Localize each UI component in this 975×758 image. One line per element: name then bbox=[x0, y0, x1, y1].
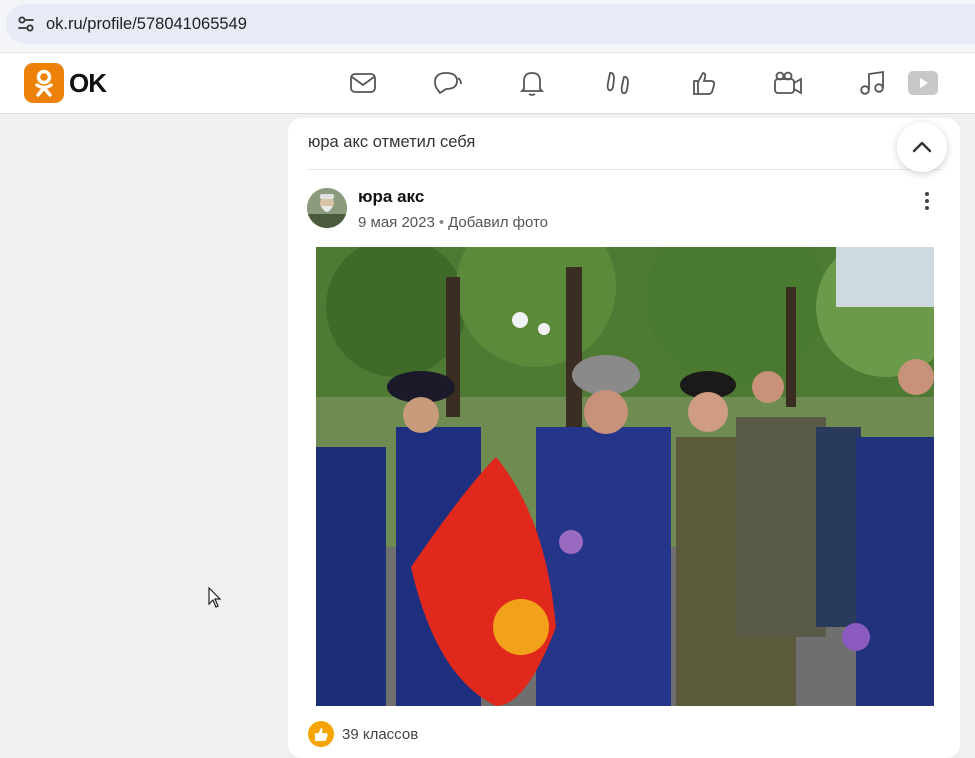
ok-logo[interactable]: OK bbox=[24, 63, 107, 103]
scroll-to-top-button[interactable] bbox=[897, 122, 947, 172]
video-icon[interactable] bbox=[772, 67, 804, 99]
site-header: OK bbox=[0, 53, 975, 114]
left-column bbox=[0, 114, 287, 740]
divider bbox=[306, 169, 942, 170]
post-action: Добавил фото bbox=[448, 214, 549, 231]
notifications-icon[interactable] bbox=[516, 67, 548, 99]
url-text[interactable]: ok.ru/profile/578041065549 bbox=[46, 15, 247, 34]
reactions-icon[interactable] bbox=[688, 67, 720, 99]
play-icon[interactable] bbox=[906, 67, 940, 99]
avatar[interactable] bbox=[307, 188, 347, 228]
guests-icon[interactable] bbox=[602, 67, 634, 99]
site-settings-icon[interactable] bbox=[16, 14, 36, 34]
post-date[interactable]: 9 мая 2023 bbox=[358, 214, 435, 231]
ok-logo-icon bbox=[24, 63, 64, 103]
music-icon[interactable] bbox=[856, 67, 888, 99]
klass-icon[interactable] bbox=[308, 721, 334, 747]
browser-address-bar: ok.ru/profile/578041065549 bbox=[0, 0, 975, 53]
meta-separator: • bbox=[438, 214, 445, 231]
post-photo[interactable] bbox=[316, 247, 934, 706]
likes-bar[interactable]: 39 классов bbox=[308, 721, 418, 747]
more-options-icon[interactable] bbox=[916, 190, 938, 212]
feed-card: юра акс отметил себя юра акс 9 мая 2023 •… bbox=[288, 118, 960, 758]
discussions-icon[interactable] bbox=[432, 67, 464, 99]
post-author[interactable]: юра акс bbox=[358, 187, 424, 207]
mouse-cursor-icon bbox=[208, 587, 222, 608]
post-meta: 9 мая 2023 • Добавил фото bbox=[358, 214, 548, 231]
messages-icon[interactable] bbox=[347, 67, 379, 99]
chevron-up-icon bbox=[912, 141, 932, 153]
logo-text: OK bbox=[69, 67, 107, 98]
url-bar[interactable]: ok.ru/profile/578041065549 bbox=[6, 4, 975, 44]
feed-event-title: юра акс отметил себя bbox=[308, 133, 476, 151]
